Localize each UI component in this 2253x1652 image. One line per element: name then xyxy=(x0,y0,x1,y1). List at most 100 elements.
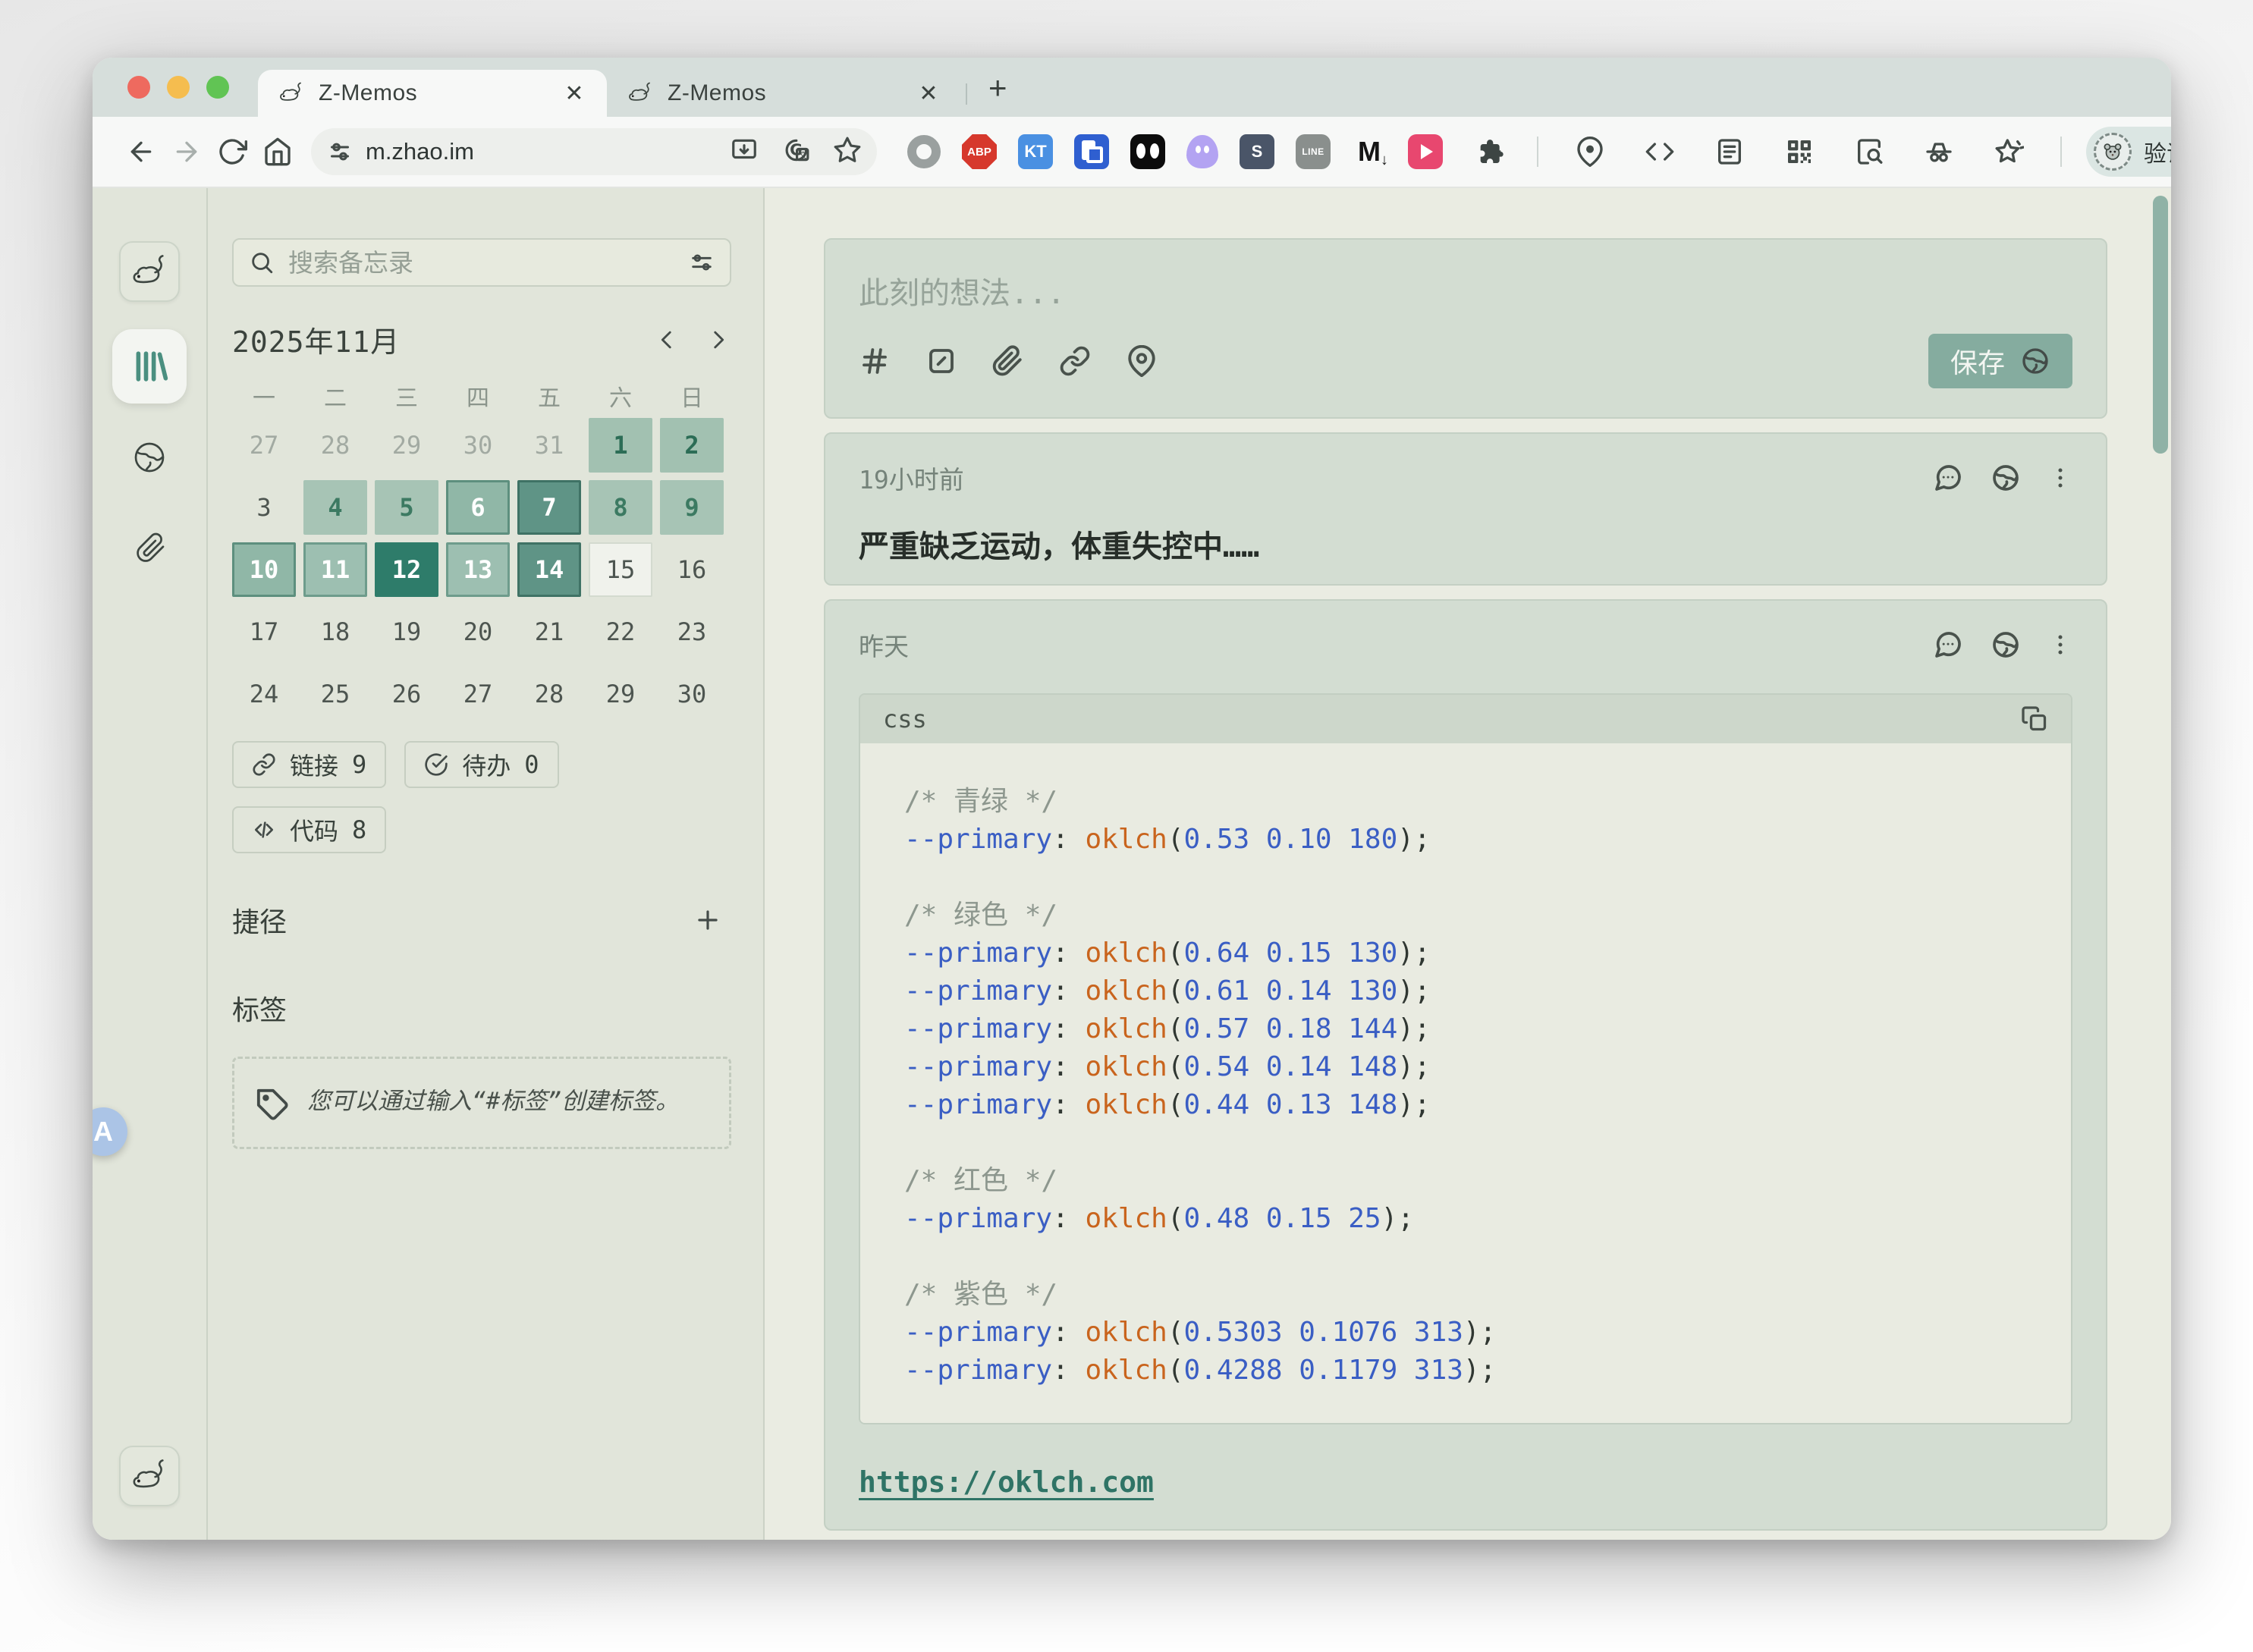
visibility-globe-icon[interactable] xyxy=(1991,463,2021,493)
visibility-globe-icon[interactable] xyxy=(1991,630,2021,660)
hashtag-icon[interactable] xyxy=(859,345,891,377)
add-shortcut-icon[interactable] xyxy=(693,906,722,934)
home-button[interactable] xyxy=(255,129,300,174)
reload-button[interactable] xyxy=(209,129,255,174)
calendar-day-cell[interactable]: 6 xyxy=(446,480,510,535)
memo-composer[interactable]: 此刻的想法... 保存 xyxy=(824,238,2107,419)
save-button[interactable]: 保存 xyxy=(1928,334,2072,388)
calendar-day-cell[interactable]: 29 xyxy=(589,667,652,721)
stat-code-chip[interactable]: 代码8 xyxy=(232,806,386,853)
calendar-day-cell[interactable]: 2 xyxy=(660,418,724,473)
calendar-day-cell[interactable]: 15 xyxy=(589,542,652,597)
calendar-day-cell[interactable]: 21 xyxy=(517,605,581,659)
extensions-puzzle-icon[interactable] xyxy=(1473,134,1508,169)
adblock-plus-icon[interactable]: ABP xyxy=(962,134,997,169)
translate-icon[interactable]: G文 xyxy=(781,136,810,168)
calendar-day-cell[interactable]: 7 xyxy=(517,480,581,535)
back-button[interactable] xyxy=(118,129,164,174)
calendar-day-cell[interactable]: 31 xyxy=(517,418,581,473)
search-box[interactable] xyxy=(232,238,731,287)
ghostery-icon[interactable] xyxy=(1186,135,1218,168)
copy-icon[interactable] xyxy=(2021,705,2048,733)
markdown-download-icon[interactable]: M xyxy=(1352,134,1387,169)
calendar-next-icon[interactable] xyxy=(705,327,731,353)
eyes-extension-icon[interactable] xyxy=(1130,134,1165,169)
calendar-day-cell[interactable]: 3 xyxy=(232,480,296,535)
page-search-icon[interactable] xyxy=(1846,129,1892,174)
calendar-day-cell[interactable]: 28 xyxy=(303,418,367,473)
close-window-button[interactable] xyxy=(127,76,150,99)
new-tab-button[interactable]: + xyxy=(978,65,1018,111)
calendar-day-cell[interactable]: 16 xyxy=(660,542,724,597)
calendar-day-cell[interactable]: 25 xyxy=(303,667,367,721)
calendar-day-cell[interactable]: 12 xyxy=(375,542,438,597)
comment-icon[interactable] xyxy=(1933,463,1963,493)
app-logo-mouse[interactable] xyxy=(119,241,180,302)
calendar-day-cell[interactable]: 10 xyxy=(232,542,296,597)
calendar-day-cell[interactable]: 20 xyxy=(446,605,510,659)
s-extension-icon[interactable]: S xyxy=(1240,134,1274,169)
incognito-icon[interactable] xyxy=(1916,129,1962,174)
calendar-day-cell[interactable]: 29 xyxy=(375,418,438,473)
more-actions-icon[interactable] xyxy=(2048,466,2072,490)
calendar-day-cell[interactable]: 19 xyxy=(375,605,438,659)
minimize-window-button[interactable] xyxy=(167,76,190,99)
memo-timestamp[interactable]: 19小时前 xyxy=(859,460,964,496)
comment-icon[interactable] xyxy=(1933,630,1963,660)
tab-close-icon[interactable]: ✕ xyxy=(561,80,587,106)
sidebar-item-explore-globe[interactable] xyxy=(112,420,187,495)
calendar-day-cell[interactable]: 14 xyxy=(517,542,581,597)
stat-links-chip[interactable]: 链接9 xyxy=(232,741,386,788)
calendar-day-cell[interactable]: 22 xyxy=(589,605,652,659)
stat-todo-chip[interactable]: 待办0 xyxy=(404,741,558,788)
sidebar-item-attachments[interactable] xyxy=(112,511,187,586)
zoom-window-button[interactable] xyxy=(206,76,229,99)
url-text[interactable]: m.zhao.im xyxy=(366,138,730,165)
sparkle-star-icon[interactable] xyxy=(1986,129,2031,174)
calendar-day-cell[interactable]: 9 xyxy=(660,480,724,535)
calendar-prev-icon[interactable] xyxy=(654,327,680,353)
calendar-day-cell[interactable]: 17 xyxy=(232,605,296,659)
tab-close-icon[interactable]: ✕ xyxy=(916,80,941,106)
tab-z-memos-active[interactable]: Z-Memos ✕ xyxy=(258,70,607,117)
sidebar-item-library[interactable] xyxy=(112,329,187,404)
location-pin-icon[interactable] xyxy=(1126,345,1158,377)
calendar-day-cell[interactable]: 5 xyxy=(375,480,438,535)
search-input[interactable] xyxy=(287,247,677,278)
password-lock-icon[interactable] xyxy=(1074,134,1109,169)
code-brackets-icon[interactable] xyxy=(1637,129,1683,174)
calendar-day-cell[interactable]: 27 xyxy=(232,418,296,473)
calendar-day-cell[interactable]: 11 xyxy=(303,542,367,597)
composer-placeholder[interactable]: 此刻的想法... xyxy=(859,269,2072,312)
profile-chip[interactable]: 验证身份 xyxy=(2086,127,2171,177)
bookmark-star-icon[interactable] xyxy=(833,136,862,168)
bottom-mouse-button[interactable] xyxy=(119,1446,180,1506)
calendar-day-cell[interactable]: 24 xyxy=(232,667,296,721)
link-icon[interactable] xyxy=(1059,345,1091,377)
calendar-day-cell[interactable]: 13 xyxy=(446,542,510,597)
memo-timestamp[interactable]: 昨天 xyxy=(859,627,909,663)
calendar-day-cell[interactable]: 4 xyxy=(303,480,367,535)
location-pin-icon[interactable] xyxy=(1567,129,1613,174)
calendar-day-cell[interactable]: 1 xyxy=(589,418,652,473)
ring-extension-icon[interactable] xyxy=(907,135,941,168)
calendar-day-cell[interactable]: 23 xyxy=(660,605,724,659)
calendar-day-cell[interactable]: 28 xyxy=(517,667,581,721)
tab-z-memos-inactive[interactable]: Z-Memos ✕ xyxy=(607,70,961,117)
memo-link[interactable]: https://oklch.com xyxy=(859,1465,1154,1499)
calendar-day-cell[interactable]: 30 xyxy=(660,667,724,721)
search-filter-icon[interactable] xyxy=(689,250,715,275)
reading-list-icon[interactable] xyxy=(1707,129,1752,174)
address-bar[interactable]: m.zhao.im G文 xyxy=(311,128,877,175)
install-app-icon[interactable] xyxy=(730,136,759,168)
checkbox-slash-icon[interactable] xyxy=(925,345,957,377)
calendar-day-cell[interactable]: 27 xyxy=(446,667,510,721)
video-extension-icon[interactable] xyxy=(1408,134,1443,169)
scrollbar-thumb[interactable] xyxy=(2153,196,2168,454)
calendar-day-cell[interactable]: 26 xyxy=(375,667,438,721)
qr-code-icon[interactable] xyxy=(1777,129,1822,174)
calendar-day-cell[interactable]: 18 xyxy=(303,605,367,659)
site-settings-icon[interactable] xyxy=(326,138,354,165)
more-actions-icon[interactable] xyxy=(2048,633,2072,657)
line-messenger-icon[interactable]: LINE xyxy=(1296,134,1331,169)
